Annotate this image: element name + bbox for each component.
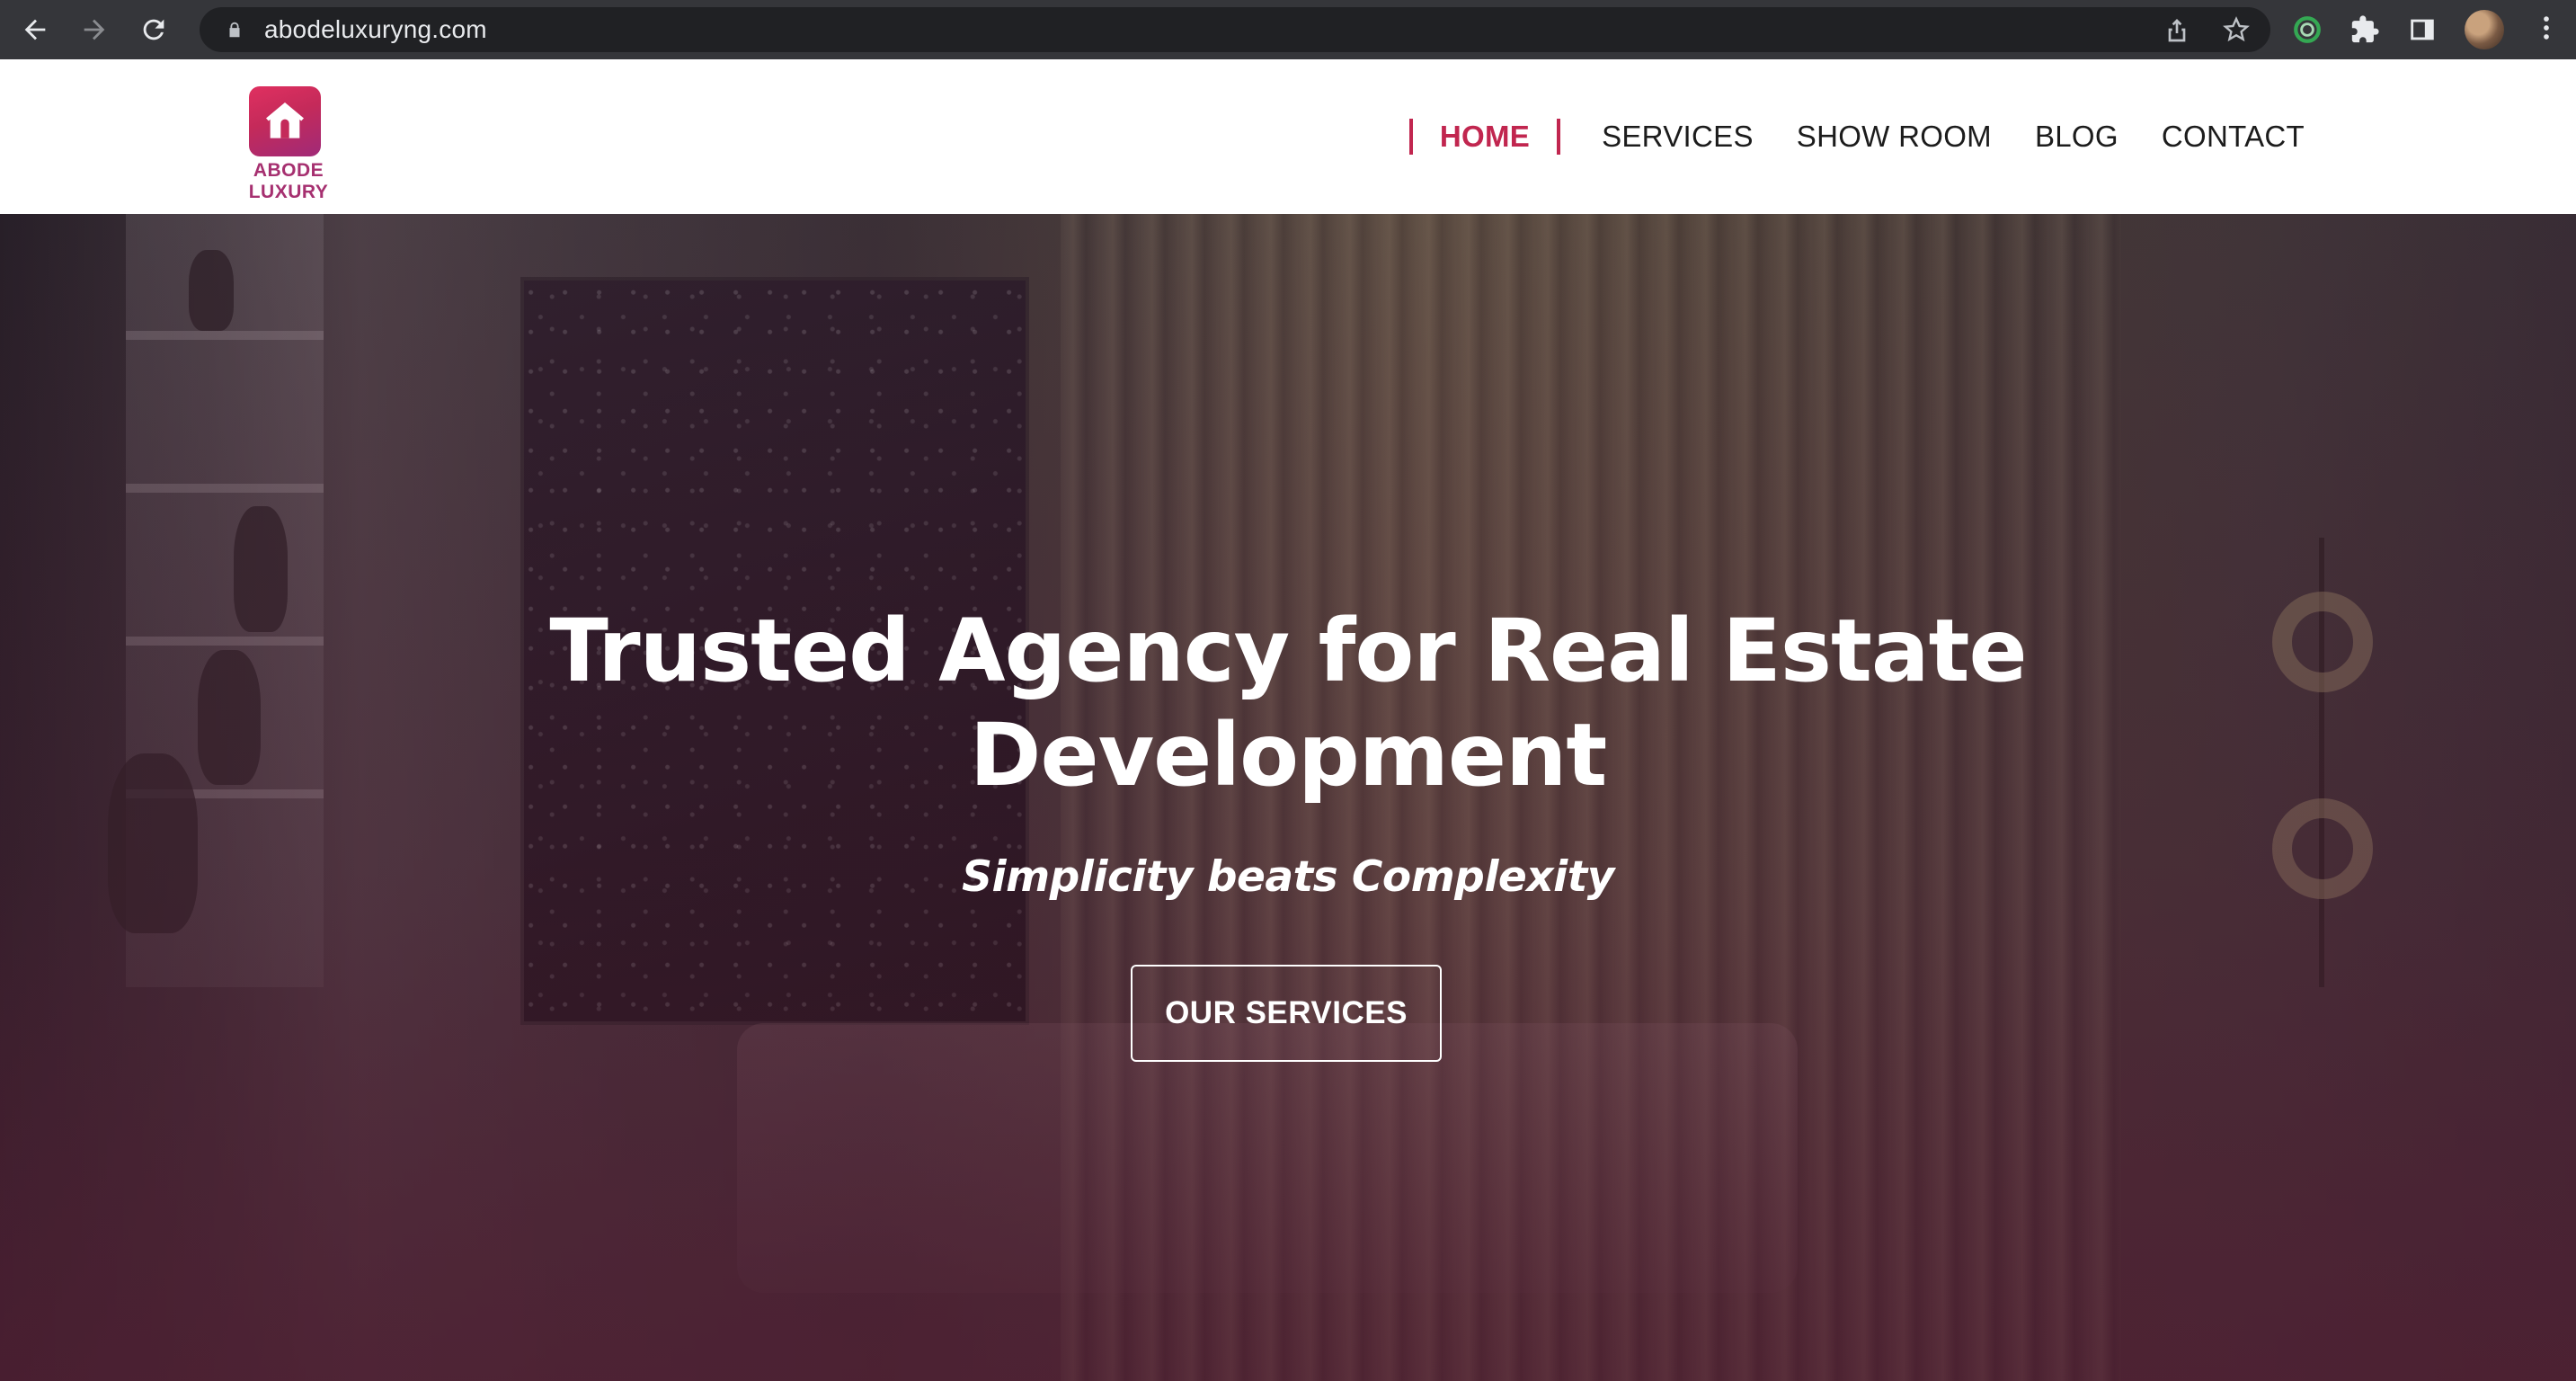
hero-subtitle: Simplicity beats Complexity — [962, 852, 1614, 902]
share-icon[interactable] — [2163, 15, 2191, 44]
nav-show-room[interactable]: SHOW ROOM — [1797, 120, 1992, 154]
logo-text: ABODE LUXURY — [248, 160, 329, 202]
lock-icon[interactable] — [225, 18, 248, 41]
hero-title-line-1: Trusted Agency for Real Estate — [549, 601, 2027, 701]
nav-active-bar-right — [1557, 119, 1561, 155]
back-button[interactable] — [14, 9, 56, 50]
star-icon[interactable] — [2222, 15, 2251, 44]
more-menu-button[interactable] — [2531, 13, 2562, 48]
nav-services[interactable]: SERVICES — [1602, 120, 1754, 154]
hero-title: Trusted Agency for Real Estate Developme… — [389, 599, 2187, 807]
side-panel-icon[interactable] — [2407, 14, 2438, 45]
main-navigation: HOME SERVICES SHOW ROOM BLOG CONTACT — [1408, 59, 2305, 214]
url-text[interactable]: abodeluxuryng.com — [264, 15, 487, 44]
back-arrow-icon — [24, 19, 46, 40]
our-services-button[interactable]: OUR SERVICES — [1131, 965, 1442, 1062]
puzzle-icon[interactable] — [2349, 14, 2380, 45]
hero-section: Trusted Agency for Real Estate Developme… — [0, 214, 2576, 1381]
nav-contact[interactable]: CONTACT — [2162, 120, 2305, 154]
nav-active-bar-left — [1408, 119, 1413, 155]
browser-toolbar: abodeluxuryng.com — [0, 0, 2576, 59]
site-logo[interactable]: ABODE LUXURY — [214, 86, 363, 202]
more-vert-icon — [2544, 15, 2549, 40]
avatar[interactable] — [2465, 10, 2504, 49]
nav-blog[interactable]: BLOG — [2035, 120, 2119, 154]
extension-ring-icon[interactable] — [2292, 14, 2323, 45]
nav-home[interactable]: HOME — [1440, 120, 1530, 154]
site-header: ABODE LUXURY HOME SERVICES SHOW ROOM BLO… — [0, 59, 2576, 214]
forward-button[interactable] — [74, 9, 115, 50]
nav-home-wrapper: HOME — [1408, 119, 1561, 155]
address-bar[interactable]: abodeluxuryng.com — [200, 7, 2270, 52]
logo-house-icon — [249, 86, 321, 156]
hero-title-line-2: Development — [969, 705, 1607, 806]
forward-arrow-icon — [84, 19, 105, 40]
hero-content: Trusted Agency for Real Estate Developme… — [0, 214, 2576, 1381]
reload-button[interactable] — [133, 9, 174, 50]
reload-icon — [143, 19, 164, 40]
